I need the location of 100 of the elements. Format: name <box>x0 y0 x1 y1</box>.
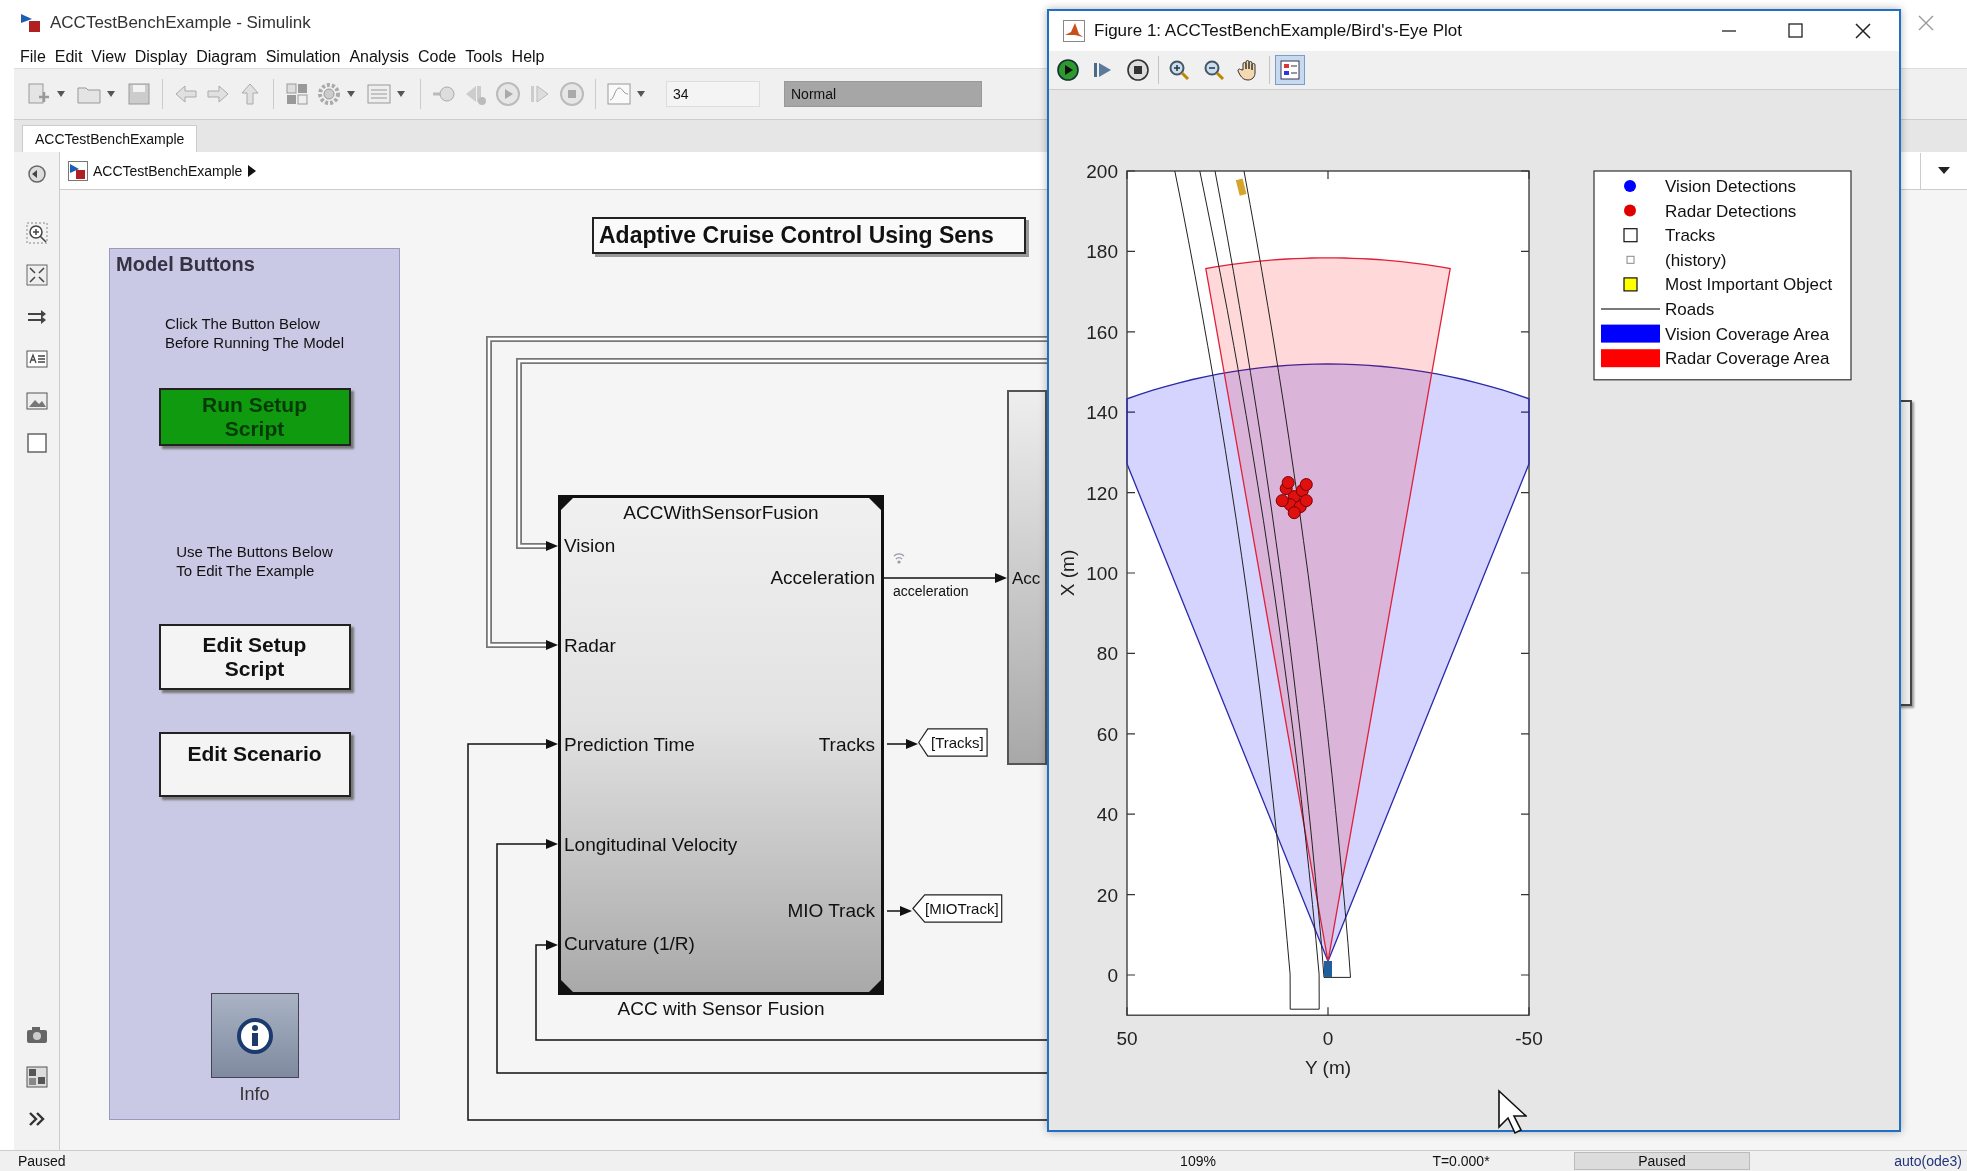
tick-label: 140 <box>1086 402 1118 424</box>
figure-logo-icon <box>1063 20 1085 42</box>
simulation-time: T=0.000* <box>1431 1153 1491 1169</box>
back-icon[interactable] <box>26 164 47 184</box>
caret-icon[interactable] <box>247 163 258 178</box>
tick-label: 0 <box>1107 965 1118 986</box>
text-annotation-icon[interactable] <box>25 348 48 370</box>
corner-marker-icon <box>869 980 881 992</box>
menu-item[interactable]: Tools <box>465 47 503 66</box>
model-browser-icon[interactable] <box>25 1066 48 1088</box>
menu-item[interactable]: Help <box>511 47 545 66</box>
port-label: Curvature (1/R) <box>564 933 695 955</box>
status-text: Paused <box>18 1153 67 1169</box>
tick-label: 160 <box>1086 321 1118 343</box>
line-icon <box>1601 308 1660 310</box>
legend-label: Most Important Object <box>1665 275 1833 295</box>
axis-label: Y (m) <box>1304 1057 1352 1079</box>
rectangle-icon[interactable] <box>25 432 48 454</box>
tick-label: -50 <box>1515 1028 1543 1050</box>
info-icon <box>234 1015 275 1056</box>
ego-vehicle-marker <box>1324 960 1332 977</box>
block-caption: ACC with Sensor Fusion <box>616 998 826 1020</box>
goto-tag: [Tracks] <box>918 728 988 757</box>
menu-item[interactable]: Simulation <box>265 47 341 66</box>
tick-label: 180 <box>1086 241 1118 263</box>
menu-item[interactable]: Code <box>417 47 457 66</box>
wifi-icon <box>892 550 906 566</box>
tick-label: 0 <box>1322 1028 1334 1050</box>
legend-icon[interactable] <box>1275 55 1305 85</box>
camera-icon[interactable] <box>25 1024 48 1046</box>
axis-label: X (m) <box>1057 549 1078 597</box>
legend-label: Radar Coverage Area <box>1665 349 1830 369</box>
fit-view-icon[interactable] <box>25 264 48 286</box>
info-button[interactable] <box>210 993 299 1078</box>
mouse-pointer-icon <box>1497 1089 1527 1135</box>
tick-label: 120 <box>1086 482 1118 504</box>
port-label: Longitudinal Velocity <box>564 833 738 856</box>
tick-label: 60 <box>1096 723 1118 745</box>
port-label: Radar <box>564 634 616 657</box>
close-icon[interactable] <box>1917 13 1935 32</box>
model-icon <box>68 160 88 181</box>
model-button[interactable]: Edit Scenario <box>158 732 351 797</box>
legend-label: Tracks <box>1665 226 1716 246</box>
tick-label: 20 <box>1096 884 1118 906</box>
port-label: Prediction Time <box>564 734 695 756</box>
simulation-mode-dropdown[interactable]: Normal <box>784 81 982 107</box>
zoom-icon[interactable] <box>25 222 48 244</box>
model-button[interactable]: Run Setup Script <box>158 388 351 446</box>
simulation-state: Paused <box>1574 1152 1750 1170</box>
corner-marker-icon <box>561 498 573 510</box>
caret-icon[interactable] <box>636 90 646 98</box>
menu-item[interactable]: File <box>20 47 46 66</box>
block-name: ACCWithSensorFusion <box>622 502 820 524</box>
diagram-title: Adaptive Cruise Control Using Sens <box>592 217 1026 254</box>
tick-label: 80 <box>1096 643 1118 665</box>
caret-icon <box>1937 166 1951 175</box>
panel-heading: Model Buttons <box>116 253 255 276</box>
instruction-text: Click The Button Below Before Running The Model <box>165 314 344 352</box>
subsystem-block[interactable]: ACCWithSensorFusion Vision Radar Prediction Time Longitudinal Velocity Curvature (1/R) Acceleration Tracks MIO Track <box>558 495 884 995</box>
menu-item[interactable]: Display <box>134 47 188 66</box>
window-title: Figure 1: ACCTestBenchExample/Bird's-Eye Plot <box>1094 21 1462 41</box>
breadcrumb-link[interactable]: ACCTestBenchExample <box>93 162 243 179</box>
square-icon <box>1626 255 1635 264</box>
caret-icon[interactable] <box>106 90 116 98</box>
zoom-level: 109% <box>1179 1153 1217 1169</box>
port-label: Acceleration <box>770 567 875 589</box>
legend-label: (history) <box>1665 250 1727 270</box>
window-title: ACCTestBenchExample - Simulink <box>50 12 311 33</box>
radar-detection-cluster <box>1275 476 1313 520</box>
subsystem-block[interactable]: Acc <box>1007 390 1047 765</box>
tick-label: 50 <box>1116 1028 1138 1050</box>
port-label: Vision <box>564 535 616 557</box>
menu-item[interactable]: Edit <box>54 47 83 66</box>
model-tab[interactable]: ACCTestBenchExample <box>22 125 198 152</box>
legend-label: Radar Detections <box>1665 201 1797 221</box>
legend-label: Vision Coverage Area <box>1665 324 1830 344</box>
info-label: Info <box>239 1084 270 1105</box>
corner-marker-icon <box>561 980 573 992</box>
tick-label: 200 <box>1086 161 1118 182</box>
tick-label: 40 <box>1096 804 1118 826</box>
caret-icon[interactable] <box>346 90 356 98</box>
menu-item[interactable]: Analysis <box>349 47 409 66</box>
caret-icon[interactable] <box>396 90 406 98</box>
stop-time-field[interactable]: 34 <box>666 81 760 107</box>
menu-item[interactable]: View <box>91 47 126 66</box>
square-icon <box>1623 228 1638 243</box>
image-icon[interactable] <box>25 390 48 412</box>
tick-label: 100 <box>1086 563 1118 584</box>
instruction-text: Use The Buttons Below To Edit The Example <box>176 542 333 580</box>
solver-link[interactable]: auto(ode3) <box>1750 1153 1967 1169</box>
port-label: MIO Track <box>787 900 875 922</box>
caret-icon[interactable] <box>56 90 66 98</box>
menu-item[interactable]: Diagram <box>196 47 257 66</box>
port-label: Acc <box>1012 569 1041 589</box>
object-marker <box>1235 178 1247 196</box>
signal-label: acceleration <box>893 583 969 599</box>
port-label: Tracks <box>818 733 875 756</box>
simulink-logo-icon <box>20 11 42 34</box>
model-button[interactable]: Edit Setup Script <box>158 624 351 690</box>
legend-label: Roads <box>1665 300 1715 319</box>
